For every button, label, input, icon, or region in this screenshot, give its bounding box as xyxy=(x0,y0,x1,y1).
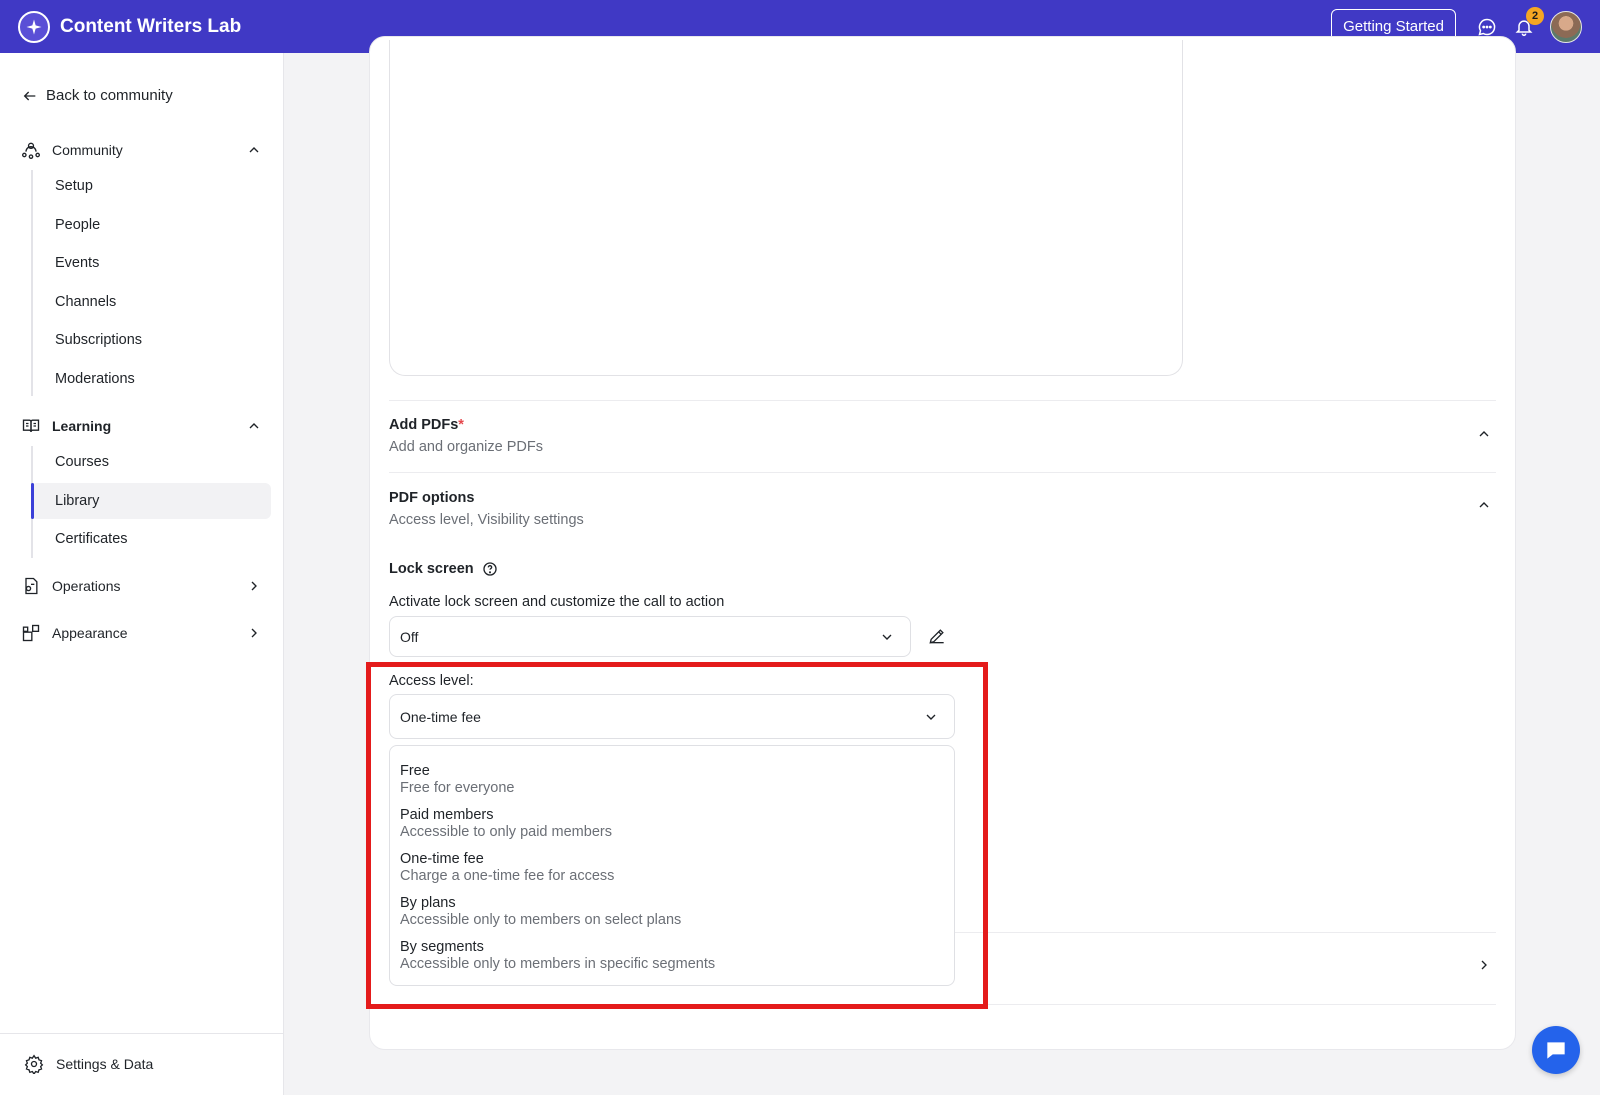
option-paid-members[interactable]: Paid members Accessible to only paid mem… xyxy=(400,807,612,840)
required-mark: * xyxy=(458,417,464,433)
sidebar-item-setup[interactable]: Setup xyxy=(31,168,271,204)
operations-label: Operations xyxy=(52,578,121,594)
option-description: Accessible only to members on select pla… xyxy=(400,912,682,928)
chevron-down-icon xyxy=(878,628,896,646)
lock-screen-title: Lock screen xyxy=(389,561,498,577)
lock-screen-value: Off xyxy=(400,628,419,645)
divider xyxy=(389,472,1496,473)
brand[interactable]: Content Writers Lab xyxy=(18,10,242,43)
upload-area[interactable] xyxy=(389,40,1183,376)
sidebar-section-learning[interactable]: Learning xyxy=(20,412,264,440)
learning-label: Learning xyxy=(52,418,112,434)
back-to-community-link[interactable]: Back to community xyxy=(22,87,173,104)
option-title: By plans xyxy=(400,895,456,911)
lock-screen-description: Activate lock screen and customize the c… xyxy=(389,594,725,610)
option-description: Free for everyone xyxy=(400,780,515,796)
chat-widget-button[interactable] xyxy=(1532,1026,1580,1074)
chevron-up-icon[interactable] xyxy=(1474,424,1494,444)
option-description: Accessible only to members in specific s… xyxy=(400,956,716,972)
operations-icon xyxy=(20,575,42,597)
chevron-up-icon[interactable] xyxy=(244,416,264,436)
sidebar-section-community[interactable]: Community xyxy=(20,136,264,164)
book-icon xyxy=(20,415,42,437)
sidebar-item-library[interactable]: Library xyxy=(31,483,271,519)
lock-screen-label: Lock screen xyxy=(389,561,474,577)
option-description: Accessible to only paid members xyxy=(400,824,612,840)
sidebar-section-appearance[interactable]: Appearance xyxy=(20,619,264,647)
option-free[interactable]: Free Free for everyone xyxy=(400,763,514,796)
sidebar-footer-divider xyxy=(0,1033,284,1034)
option-by-segments[interactable]: By segments Accessible only to members i… xyxy=(400,939,715,972)
chevron-right-icon[interactable] xyxy=(244,623,264,643)
access-level-select[interactable]: One-time fee xyxy=(389,694,955,739)
lock-screen-select[interactable]: Off xyxy=(389,616,911,657)
app-name: Content Writers Lab xyxy=(60,15,242,37)
appearance-label: Appearance xyxy=(52,625,128,641)
arrow-left-icon xyxy=(23,91,36,100)
notification-badge: 2 xyxy=(1526,6,1544,25)
sparkle-logo-icon xyxy=(18,10,50,43)
option-title: One-time fee xyxy=(400,851,484,867)
add-pdfs-title[interactable]: Add PDFs* xyxy=(389,417,464,433)
back-label: Back to community xyxy=(46,87,173,104)
divider xyxy=(389,1004,1496,1005)
sidebar-item-subscriptions[interactable]: Subscriptions xyxy=(31,322,271,358)
help-icon[interactable] xyxy=(482,561,498,577)
pdf-options-subtitle: Access level, Visibility settings xyxy=(389,512,584,528)
option-by-plans[interactable]: By plans Accessible only to members on s… xyxy=(400,895,681,928)
add-pdfs-subtitle: Add and organize PDFs xyxy=(389,439,543,455)
chevron-right-icon[interactable] xyxy=(1474,955,1494,975)
pencil-icon[interactable] xyxy=(926,625,948,647)
sidebar-item-channels[interactable]: Channels xyxy=(31,284,271,320)
appearance-icon xyxy=(20,622,42,644)
sidebar-item-people[interactable]: People xyxy=(31,207,271,243)
settings-data-link[interactable]: Settings & Data xyxy=(24,1054,153,1074)
option-one-time-fee[interactable]: One-time fee Charge a one-time fee for a… xyxy=(400,851,614,884)
sidebar-item-certificates[interactable]: Certificates xyxy=(31,521,271,557)
option-description: Charge a one-time fee for access xyxy=(400,868,615,884)
chevron-down-icon xyxy=(922,708,940,726)
gear-icon xyxy=(24,1054,44,1074)
bell-icon[interactable]: 2 xyxy=(1513,6,1544,38)
option-title: By segments xyxy=(400,939,484,955)
option-title: Free xyxy=(400,763,430,779)
chevron-up-icon[interactable] xyxy=(1474,495,1494,515)
sidebar-section-operations[interactable]: Operations xyxy=(20,572,264,600)
chat-icon[interactable] xyxy=(1476,16,1498,38)
access-level-label: Access level: xyxy=(389,673,474,689)
sidebar-item-moderations[interactable]: Moderations xyxy=(31,361,271,397)
chevron-up-icon[interactable] xyxy=(244,140,264,160)
avatar[interactable] xyxy=(1550,10,1582,43)
sidebar-item-events[interactable]: Events xyxy=(31,245,271,281)
add-pdfs-label: Add PDFs xyxy=(389,417,459,433)
access-level-value: One-time fee xyxy=(400,708,481,725)
chat-bubble-icon xyxy=(1547,1042,1565,1059)
chevron-right-icon[interactable] xyxy=(244,576,264,596)
option-title: Paid members xyxy=(400,807,494,823)
settings-label: Settings & Data xyxy=(56,1056,154,1072)
divider xyxy=(389,400,1496,401)
sidebar-item-courses[interactable]: Courses xyxy=(31,444,271,480)
community-icon xyxy=(20,139,42,161)
access-level-dropdown: Free Free for everyone Paid members Acce… xyxy=(389,745,955,986)
pdf-options-title[interactable]: PDF options xyxy=(389,490,474,506)
community-label: Community xyxy=(52,142,123,158)
